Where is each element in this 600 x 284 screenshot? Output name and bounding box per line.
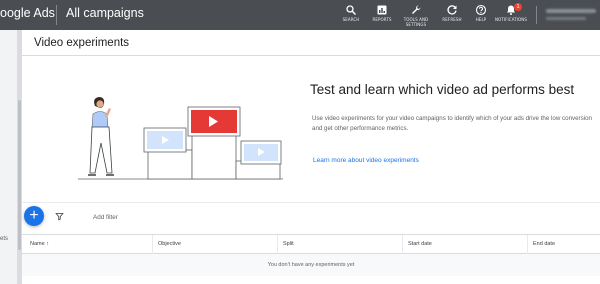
table-empty-row: You don't have any experiments yet xyxy=(22,254,600,276)
help-icon xyxy=(475,4,487,16)
help-tool-label: HELP xyxy=(475,17,487,22)
table-header: Name ↑ Objective Split Start date End da… xyxy=(22,234,600,254)
refresh-icon xyxy=(447,5,457,15)
pedestal-center xyxy=(191,133,237,180)
account-info-redacted[interactable] xyxy=(546,9,596,13)
page-title: Video experiments xyxy=(34,37,130,49)
column-header-start-date[interactable]: Start date xyxy=(408,241,432,247)
main-panel: Video experiments Test and learn which v… xyxy=(22,30,600,284)
search-tool-label: SEARCH xyxy=(342,17,360,22)
notifications-tool-label: NOTIFICATIONS xyxy=(494,17,528,22)
filter-icon[interactable] xyxy=(55,212,64,221)
left-nav-scrollbar[interactable] xyxy=(18,100,21,250)
divider xyxy=(22,202,600,203)
video-experiments-illustration xyxy=(78,97,283,180)
column-header-name[interactable]: Name ↑ xyxy=(30,241,49,247)
hero-title: Test and learn which video ad performs b… xyxy=(310,82,575,97)
notifications-tool-button[interactable]: 1 NOTIFICATIONS xyxy=(494,3,528,23)
column-header-end-date[interactable]: End date xyxy=(533,241,555,247)
wrench-icon xyxy=(412,5,421,14)
tools-settings-label: TOOLS AND SETTINGS xyxy=(403,17,429,27)
sort-arrow-icon: ↑ xyxy=(46,241,49,247)
learn-more-link[interactable]: Learn more about video experiments xyxy=(313,157,419,164)
help-tool-button[interactable]: HELP xyxy=(464,4,498,23)
account-title[interactable]: All campaigns xyxy=(66,6,144,20)
empty-state-message: You don't have any experiments yet xyxy=(267,262,355,268)
reports-tool-button[interactable]: REPORTS xyxy=(365,4,399,23)
column-divider xyxy=(527,235,528,254)
pedestal-left xyxy=(147,149,193,180)
google-ads-logo[interactable]: oogle Ads xyxy=(0,6,55,20)
column-divider xyxy=(152,235,153,254)
column-divider xyxy=(402,235,403,254)
column-header-objective[interactable]: Objective xyxy=(158,241,181,247)
column-divider xyxy=(277,235,278,254)
hero-description: Use video experiments for your video cam… xyxy=(312,115,592,132)
topbar-divider xyxy=(56,5,57,25)
column-header-split[interactable]: Split xyxy=(283,241,294,247)
account-info-redacted xyxy=(546,17,586,20)
left-nav-partial-label[interactable]: ets xyxy=(0,236,8,242)
person-figure xyxy=(88,97,114,176)
column-header-name-label: Name xyxy=(30,241,45,247)
divider xyxy=(22,55,600,56)
add-filter-button[interactable]: Add filter xyxy=(93,214,118,221)
reports-tool-label: REPORTS xyxy=(372,17,392,22)
search-tool-button[interactable]: SEARCH xyxy=(334,4,368,23)
top-bar: oogle Ads All campaigns SEARCH REPORTS T… xyxy=(0,0,600,30)
tools-settings-button[interactable]: TOOLS AND SETTINGS xyxy=(399,4,433,27)
notification-badge: 1 xyxy=(514,3,522,11)
add-experiment-button[interactable]: + xyxy=(24,206,44,226)
topbar-divider xyxy=(536,6,537,24)
search-icon xyxy=(346,5,356,15)
reports-icon xyxy=(377,5,387,15)
